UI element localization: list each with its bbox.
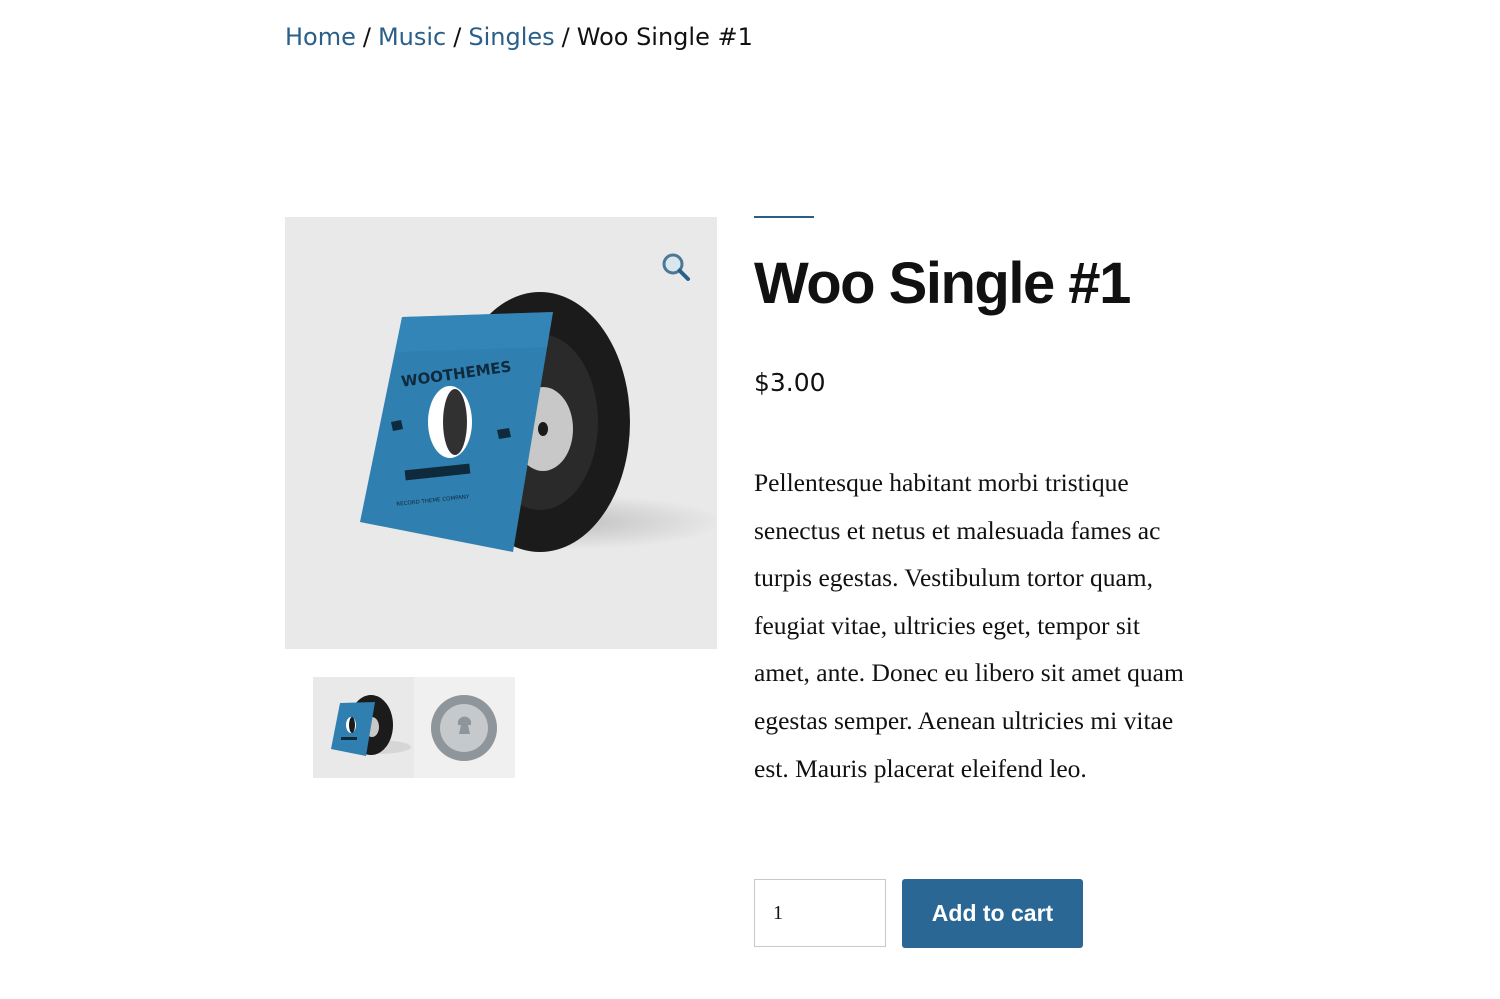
record-sleeve-thumbnail[interactable]	[313, 677, 414, 778]
breadcrumb-current: Woo Single #1	[576, 23, 753, 51]
breadcrumb-home-link[interactable]: Home	[285, 23, 356, 51]
product-price: $3.00	[754, 368, 826, 397]
breadcrumb-singles-link[interactable]: Singles	[468, 23, 554, 51]
breadcrumb: Home / Music / Singles / Woo Single #1	[285, 20, 753, 54]
breadcrumb-separator: /	[453, 23, 462, 51]
product-description: Pellentesque habitant morbi tristique se…	[754, 468, 1184, 783]
title-accent-line	[754, 216, 814, 218]
breadcrumb-separator: /	[362, 23, 371, 51]
product-main-image[interactable]: WOOTHEMES RECORD THEME COMPANY	[285, 217, 717, 649]
gallery-thumbnails	[313, 677, 515, 778]
breadcrumb-music-link[interactable]: Music	[378, 23, 446, 51]
record-sleeve-thumbnail-icon	[331, 695, 411, 756]
magnifier-icon[interactable]	[660, 251, 692, 283]
quantity-input[interactable]	[754, 879, 886, 947]
vinyl-label-thumbnail[interactable]	[414, 677, 515, 778]
breadcrumb-separator: /	[561, 23, 570, 51]
product-title: Woo Single #1	[754, 251, 1131, 316]
record-sleeve-image: WOOTHEMES RECORD THEME COMPANY	[360, 292, 717, 552]
add-to-cart-button[interactable]: Add to cart	[902, 879, 1083, 948]
vinyl-label-thumbnail-icon	[431, 695, 497, 761]
